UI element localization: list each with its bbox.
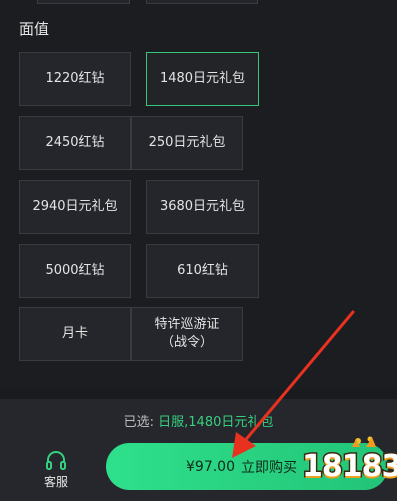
selected-summary: 已选: 日服,1480日元礼包 bbox=[0, 414, 397, 432]
option-1220-red-diamond[interactable]: 1220红钻 bbox=[19, 52, 131, 106]
option-label: 3680日元礼包 bbox=[159, 199, 246, 214]
option-label: 250日元礼包 bbox=[148, 135, 226, 150]
buy-now-label: 立即购买 bbox=[241, 459, 297, 476]
option-label: 2450红钻 bbox=[45, 135, 105, 150]
watermark-logo: 18183 bbox=[300, 435, 397, 491]
previous-option-edge bbox=[37, 0, 130, 4]
option-2940-yen-pack[interactable]: 2940日元礼包 bbox=[19, 180, 131, 234]
option-label: 月卡 bbox=[61, 326, 88, 341]
headset-icon bbox=[32, 450, 80, 472]
option-250-yen-pack[interactable]: 250日元礼包 bbox=[131, 116, 243, 170]
price: ¥97.00 bbox=[186, 458, 235, 475]
customer-service-label: 客服 bbox=[43, 475, 68, 489]
watermark-text: 18183 bbox=[300, 448, 397, 486]
section-title: 面值 bbox=[19, 20, 50, 38]
selected-summary-value: 日服,1480日元礼包 bbox=[158, 415, 274, 430]
option-1480-yen-pack[interactable]: 1480日元礼包 bbox=[146, 52, 259, 106]
option-label: 610红钻 bbox=[177, 263, 228, 278]
option-label: 2940日元礼包 bbox=[32, 199, 118, 214]
option-label: 1220红钻 bbox=[45, 71, 105, 86]
previous-option-edge bbox=[146, 0, 258, 4]
option-cruise-pass[interactable]: 特许巡游证（战令） bbox=[131, 307, 243, 361]
section-divider bbox=[0, 389, 397, 399]
selected-summary-label: 已选: bbox=[123, 415, 155, 430]
option-label: 5000红钻 bbox=[45, 263, 105, 278]
option-monthly-card[interactable]: 月卡 bbox=[19, 307, 131, 361]
option-610-red-diamond[interactable]: 610红钻 bbox=[146, 244, 259, 298]
option-2450-red-diamond[interactable]: 2450红钻 bbox=[19, 116, 131, 170]
option-3680-yen-pack[interactable]: 3680日元礼包 bbox=[146, 180, 259, 234]
top-strip bbox=[0, 0, 397, 5]
customer-service-button[interactable]: 客服 bbox=[32, 450, 80, 490]
option-label: 1480日元礼包 bbox=[159, 71, 246, 86]
option-label: 特许巡游证（战令） bbox=[154, 317, 220, 350]
recharge-panel: 面值 1220红钻 1480日元礼包 2450红钻 250日元礼包 2940日元… bbox=[0, 0, 397, 501]
option-5000-red-diamond[interactable]: 5000红钻 bbox=[19, 244, 131, 298]
